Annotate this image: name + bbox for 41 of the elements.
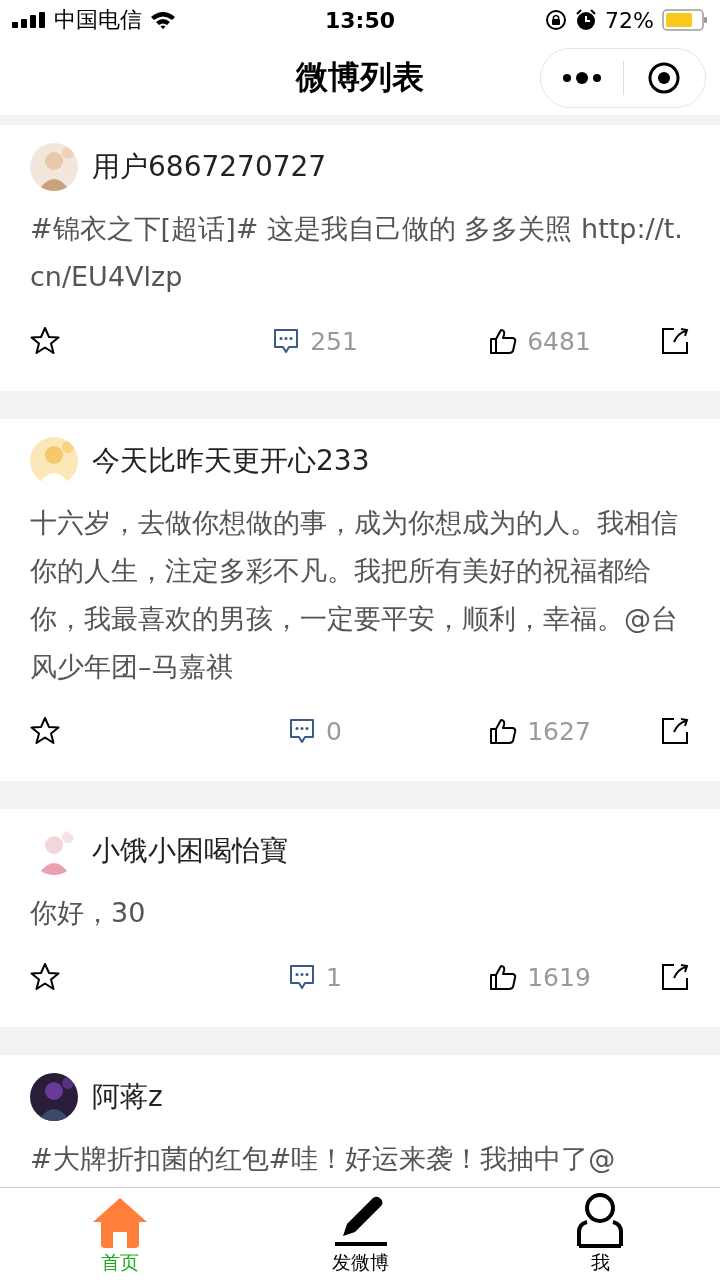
post-text: 十六岁，去做你想做的事，成为你想成为的人。我相信你的人生，注定多彩不凡。我把所有美好的祝福都给你，我最喜欢的男孩，一定要平安，顺利，幸福。@台风少年团–马嘉祺 — [30, 506, 679, 684]
comment-count: 0 — [326, 716, 342, 746]
post-text: #大牌折扣菌的红包#哇！好运来袭！我抽中了@ — [30, 1142, 617, 1176]
like-count: 1627 — [527, 716, 591, 746]
user-icon — [575, 1192, 625, 1248]
user-name[interactable]: 用户6867270727 — [92, 148, 327, 186]
status-time: 13:50 — [325, 7, 395, 33]
more-icon[interactable] — [561, 71, 602, 85]
wifi-icon — [150, 10, 176, 30]
home-icon — [91, 1196, 149, 1248]
star-icon[interactable] — [30, 716, 60, 746]
comment-count: 251 — [310, 326, 358, 356]
post-text: 你好，30 — [30, 896, 147, 930]
star-icon[interactable] — [30, 962, 60, 992]
user-name[interactable]: 今天比昨天更开心233 — [92, 442, 370, 480]
user-name[interactable]: 小饿小困喝怡寶 — [92, 832, 288, 870]
battery-icon — [662, 9, 708, 31]
comment-icon[interactable] — [288, 963, 317, 991]
share-icon[interactable] — [660, 326, 690, 356]
tab-item[interactable]: 发微博 — [240, 1188, 480, 1280]
page-title: 微博列表 — [296, 56, 424, 98]
thumbs-up-icon[interactable] — [489, 717, 518, 745]
share-icon[interactable] — [660, 716, 690, 746]
alarm-icon — [575, 9, 598, 31]
star-icon[interactable] — [30, 326, 60, 356]
user-name[interactable]: 阿蒋z — [92, 1078, 163, 1116]
signal-icon — [12, 12, 46, 28]
rotation-lock-icon — [545, 9, 568, 31]
tab-item[interactable]: 我 — [480, 1188, 720, 1280]
thumbs-up-icon[interactable] — [489, 327, 518, 355]
comment-icon[interactable] — [272, 327, 301, 355]
comment-icon[interactable] — [288, 717, 317, 745]
like-count: 1619 — [527, 962, 591, 992]
thumbs-up-icon[interactable] — [489, 963, 518, 991]
share-icon[interactable] — [660, 962, 690, 992]
battery-percent: 72% — [605, 7, 654, 33]
carrier-name: 中国电信 — [54, 6, 142, 34]
close-icon[interactable] — [647, 61, 682, 95]
comment-count: 1 — [326, 962, 342, 992]
post-text: #锦衣之下[超话]# 这是我自己做的 多多关照 http://t.cn/EU4Vlzp — [30, 212, 684, 294]
like-count: 6481 — [527, 326, 591, 356]
